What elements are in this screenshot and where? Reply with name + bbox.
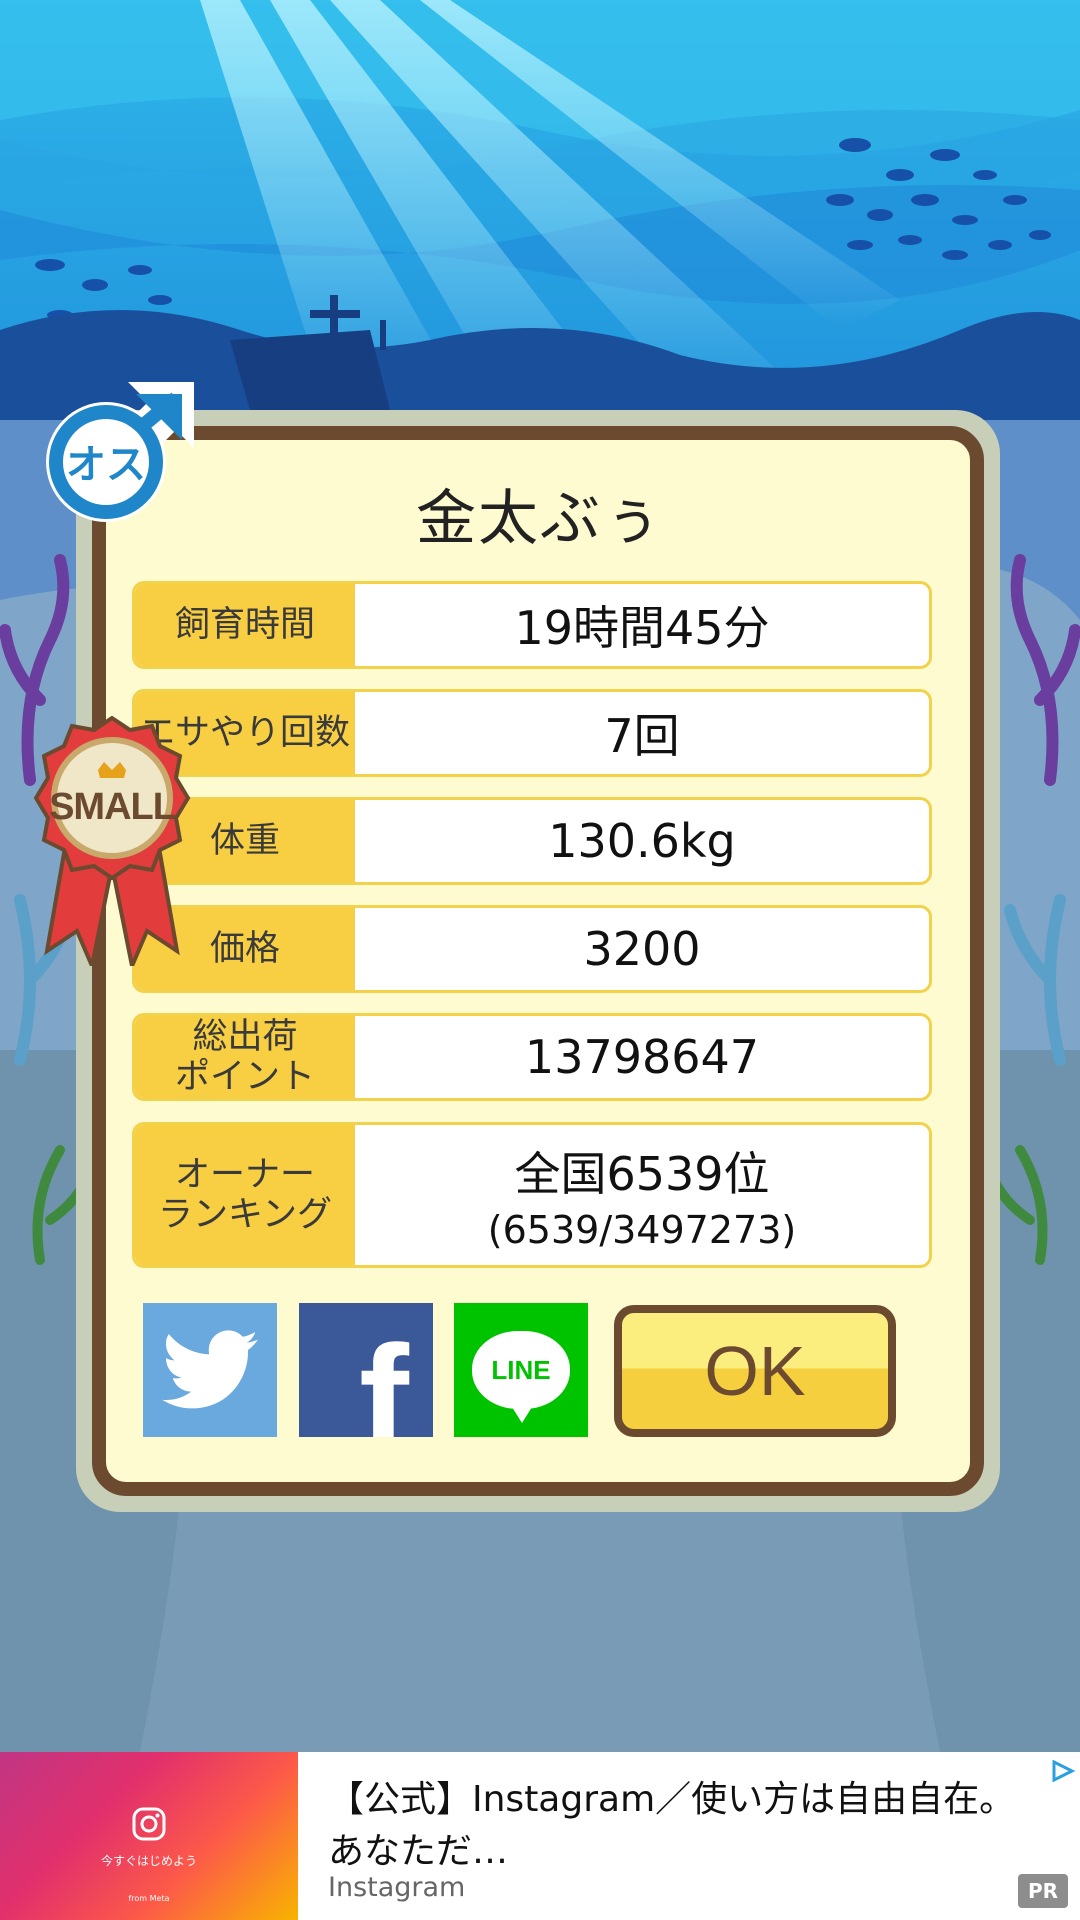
gender-label: オス: [66, 442, 146, 488]
ad-banner[interactable]: 今すぐはじめよう from Meta 【公式】Instagram／使い方は自由自…: [0, 1752, 1080, 1920]
stat-value: 7回: [604, 709, 680, 763]
twitter-share-button[interactable]: [143, 1303, 277, 1437]
male-gender-badge: オス: [36, 372, 196, 532]
stat-value: 13798647: [524, 1030, 760, 1084]
ad-image-tagline: 今すぐはじめよう: [100, 1854, 197, 1868]
size-label: SMALL: [49, 786, 176, 828]
ok-button[interactable]: OK: [614, 1305, 896, 1437]
ad-title[interactable]: 【公式】Instagram／使い方は自由自在。あなただ…: [328, 1774, 1038, 1878]
ad-choices-icon[interactable]: [1050, 1760, 1076, 1782]
ad-image-meta: from Meta: [128, 1894, 170, 1903]
ad-pr-badge: PR: [1018, 1874, 1068, 1908]
ribbon-icon: [33, 715, 191, 973]
facebook-icon: f: [359, 1313, 409, 1438]
line-share-button[interactable]: LINE: [454, 1303, 588, 1437]
stat-label: 総出荷 ポイント: [135, 1016, 355, 1098]
stat-value: 130.6kg: [548, 814, 736, 868]
ranking-value: 全国6539位: [514, 1147, 770, 1201]
size-award-ribbon: SMALL: [22, 715, 202, 973]
twitter-icon: [162, 1330, 258, 1409]
ranking-label: オーナー ランキング: [135, 1125, 355, 1265]
stat-label: 飼育時間: [135, 584, 355, 666]
ranking-value-block: 全国6539位 (6539/3497273): [355, 1125, 929, 1265]
line-logo-text: LINE: [491, 1354, 551, 1385]
ad-image[interactable]: 今すぐはじめよう from Meta: [0, 1752, 298, 1920]
ranking-detail: (6539/3497273): [487, 1208, 797, 1252]
stat-value: 3200: [583, 922, 701, 976]
ad-source[interactable]: Instagram: [328, 1872, 465, 1903]
facebook-share-button[interactable]: f: [299, 1303, 433, 1437]
instagram-icon: [132, 1807, 166, 1841]
line-icon: LINE: [472, 1331, 570, 1423]
stat-value: 19時間45分: [514, 601, 770, 655]
stat-row-owner-ranking: オーナー ランキング 全国6539位 (6539/3497273): [132, 1122, 932, 1268]
stat-row-feeding-count: エサやり回数 7回: [132, 689, 932, 777]
stat-row-price: 価格 3200: [132, 905, 932, 993]
stat-row-weight: 体重 130.6kg: [132, 797, 932, 885]
stat-row-shipping-points: 総出荷 ポイント 13798647: [132, 1013, 932, 1101]
stat-row-raising-time: 飼育時間 19時間45分: [132, 581, 932, 669]
